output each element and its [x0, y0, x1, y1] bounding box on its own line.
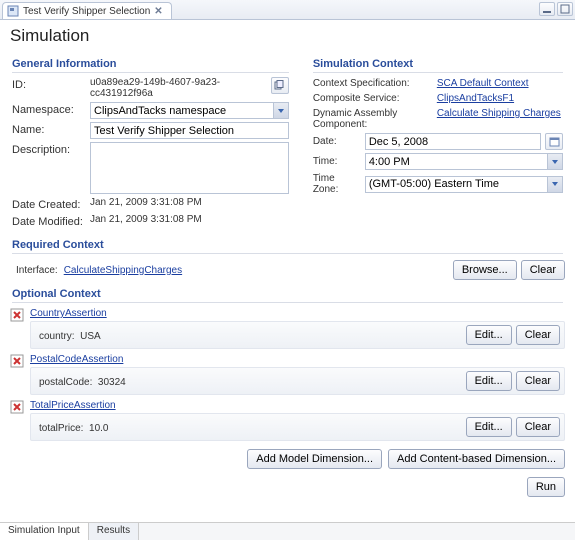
composite-service-label: Composite Service:: [313, 92, 433, 104]
general-header: General Information: [12, 58, 289, 73]
namespace-label: Namespace:: [12, 102, 84, 116]
date-created-value: Jan 21, 2009 3:31:08 PM: [90, 197, 202, 208]
date-created-label: Date Created:: [12, 197, 84, 211]
chevron-down-icon[interactable]: [547, 177, 562, 192]
optional-context-header: Optional Context: [12, 288, 563, 303]
context-spec-label: Context Specification:: [313, 77, 433, 89]
date-modified-label: Date Modified:: [12, 214, 84, 228]
composite-service-link[interactable]: ClipsAndTacksF1: [437, 93, 514, 104]
description-label: Description:: [12, 142, 84, 156]
add-content-dimension-button[interactable]: Add Content-based Dimension...: [388, 449, 565, 469]
edit-assertion-button[interactable]: Edit...: [466, 371, 512, 391]
delete-assertion-icon[interactable]: [10, 354, 24, 368]
interface-label: Interface:: [16, 265, 58, 276]
minimize-view-button[interactable]: [539, 2, 555, 16]
name-label: Name:: [12, 122, 84, 136]
calendar-button[interactable]: [545, 133, 563, 150]
assertion-row: CountryAssertion country: USA Edit...Clear: [10, 307, 565, 349]
id-value: u0a89ea29-149b-4607-9a23-cc431912f96a: [90, 77, 265, 99]
date-label: Date:: [313, 136, 361, 147]
clear-assertion-button[interactable]: Clear: [516, 371, 560, 391]
required-context-header: Required Context: [12, 239, 563, 254]
editor-tab-label: Test Verify Shipper Selection: [23, 6, 150, 17]
chevron-down-icon[interactable]: [273, 103, 288, 118]
time-label: Time:: [313, 156, 361, 167]
dynamic-assembly-label: Dynamic Assembly Component:: [313, 107, 433, 130]
timezone-select[interactable]: [365, 176, 563, 193]
edit-assertion-button[interactable]: Edit...: [466, 417, 512, 437]
assertion-row: PostalCodeAssertion postalCode: 30324 Edit…: [10, 353, 565, 395]
copy-id-button[interactable]: [271, 77, 289, 94]
assertion-name-link[interactable]: PostalCodeAssertion: [30, 354, 123, 365]
context-spec-link[interactable]: SCA Default Context: [437, 78, 529, 89]
name-input[interactable]: [90, 122, 289, 139]
chevron-down-icon[interactable]: [547, 154, 562, 169]
browse-button[interactable]: Browse...: [453, 260, 517, 280]
clear-assertion-button[interactable]: Clear: [516, 417, 560, 437]
clear-assertion-button[interactable]: Clear: [516, 325, 560, 345]
interface-link[interactable]: CalculateShippingCharges: [64, 265, 182, 276]
page-title: Simulation: [10, 26, 565, 46]
id-label: ID:: [12, 77, 84, 91]
dynamic-assembly-link[interactable]: Calculate Shipping Charges: [437, 108, 561, 119]
edit-assertion-button[interactable]: Edit...: [466, 325, 512, 345]
simulation-icon: [7, 5, 19, 17]
assertion-name-link[interactable]: CountryAssertion: [30, 308, 107, 319]
description-textarea[interactable]: [90, 142, 289, 194]
date-input[interactable]: [365, 133, 541, 150]
date-modified-value: Jan 21, 2009 3:31:08 PM: [90, 214, 202, 225]
run-button[interactable]: Run: [527, 477, 565, 497]
footer-tab-simulation-input[interactable]: Simulation Input: [0, 523, 89, 540]
editor-tab-active[interactable]: Test Verify Shipper Selection ✕: [2, 2, 172, 19]
editor-tab-bar: Test Verify Shipper Selection ✕: [0, 0, 575, 20]
timezone-label: Time Zone:: [313, 173, 361, 195]
footer-tab-bar: Simulation Input Results: [0, 522, 575, 540]
maximize-view-button[interactable]: [557, 2, 573, 16]
delete-assertion-icon[interactable]: [10, 308, 24, 322]
delete-assertion-icon[interactable]: [10, 400, 24, 414]
assertion-name-link[interactable]: TotalPriceAssertion: [30, 400, 116, 411]
time-select[interactable]: [365, 153, 563, 170]
add-model-dimension-button[interactable]: Add Model Dimension...: [247, 449, 382, 469]
assertion-kv: country: USA: [39, 331, 101, 342]
close-icon[interactable]: ✕: [154, 6, 162, 17]
namespace-select[interactable]: [90, 102, 289, 119]
assertion-kv: totalPrice: 10.0: [39, 423, 108, 434]
context-header: Simulation Context: [313, 58, 563, 73]
assertion-kv: postalCode: 30324: [39, 377, 126, 388]
assertion-row: TotalPriceAssertion totalPrice: 10.0 Edit.…: [10, 399, 565, 441]
footer-tab-results[interactable]: Results: [89, 523, 139, 540]
clear-required-button[interactable]: Clear: [521, 260, 565, 280]
